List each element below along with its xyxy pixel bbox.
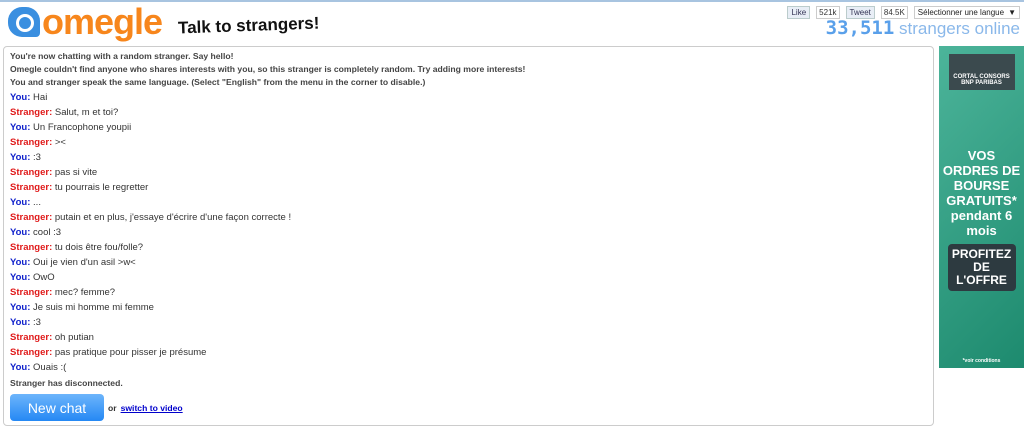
message-sender: You: [10,317,31,328]
message-sender: Stranger: [10,242,53,253]
system-message: Omegle couldn't find anyone who shares i… [10,64,526,74]
chat-message: You: OwO [10,270,927,285]
message-text: pas si vite [54,167,98,178]
tagline: Talk to strangers! [177,13,320,38]
chat-message: You: :3 [10,150,927,165]
online-count: 33,511 strangers online [826,17,1020,39]
message-sender: Stranger: [10,332,53,343]
chat-message: You: cool :3 [10,225,927,240]
chat-message: You: Hai [10,90,927,105]
message-text: Oui je vien d'un asil >w< [33,257,136,268]
facebook-like-button[interactable]: Like [787,6,811,19]
or-label: or [108,402,117,413]
message-text: OwO [33,272,55,283]
chat-message: Stranger: Salut, m et toi? [10,105,927,120]
message-sender: You: [10,152,31,163]
message-sender: You: [10,257,31,268]
switch-to-video-link[interactable]: switch to video [121,403,183,413]
message-sender: You: [10,122,31,133]
message-sender: Stranger: [10,107,53,118]
message-sender: Stranger: [10,167,53,178]
message-text: :3 [33,152,41,163]
chat-message: Stranger: tu dois être fou/folle? [10,240,927,255]
chat-message: Stranger: putain et en plus, j'essaye d'… [10,210,927,225]
chat-message: Stranger: >< [10,135,927,150]
message-text: tu dois être fou/folle? [54,242,144,253]
new-chat-button[interactable]: New chat [10,394,104,421]
chat-message: You: Je suis mi homme mi femme [10,300,927,315]
message-text: mec? femme? [54,287,116,298]
online-number: 33,511 [825,17,895,39]
message-text: Salut, m et toi? [54,107,119,118]
chat-message: You: Ouais :( [10,360,927,375]
ad-offer-button[interactable]: PROFITEZ DE L'OFFRE [947,244,1016,291]
ad-brand: CORTAL CONSORS BNP PARIBAS [948,54,1015,90]
message-text: Ouais :( [33,362,67,373]
ad-conditions: *voir conditions [962,358,1001,364]
message-text: >< [54,137,66,148]
chat-message: You: ... [10,195,927,210]
chat-message: Stranger: pas pratique pour pisser je pr… [10,345,927,360]
message-sender: You: [10,92,31,103]
advertisement[interactable]: CORTAL CONSORS BNP PARIBAS VOS ORDRES DE… [939,46,1024,368]
system-message: You and stranger speak the same language… [10,77,426,87]
chat-log[interactable]: You're now chatting with a random strang… [3,46,934,426]
message-text: Hai [33,92,48,103]
message-sender: Stranger: [10,347,53,358]
chevron-down-icon: ▼ [1008,8,1016,17]
message-sender: You: [10,302,31,313]
message-sender: You: [10,362,31,373]
logo-icon [8,7,40,37]
message-text: Je suis mi homme mi femme [33,302,154,313]
message-sender: Stranger: [10,212,53,223]
disconnected-notice: Stranger has disconnected. [10,378,123,388]
message-sender: Stranger: [10,182,53,193]
chat-message: You: :3 [10,315,927,330]
message-sender: Stranger: [10,287,53,298]
message-sender: You: [10,197,31,208]
omegle-logo[interactable]: omegle [8,1,163,42]
chat-message: Stranger: oh putian [10,330,927,345]
language-label: Sélectionner une langue [917,8,1005,17]
message-text: tu pourrais le regretter [54,182,149,193]
system-message: You're now chatting with a random strang… [10,51,234,61]
message-text: cool :3 [33,227,62,238]
chat-message: You: Un Francophone youpii [10,120,927,135]
message-text: putain et en plus, j'essaye d'écrire d'u… [54,212,292,223]
message-text: Un Francophone youpii [33,122,132,133]
message-text: oh putian [54,332,94,343]
message-text: ... [33,197,41,208]
chat-message: You: Oui je vien d'un asil >w< [10,255,927,270]
message-sender: You: [10,272,31,283]
ad-text: VOS ORDRES DE BOURSE GRATUITS* pendant 6… [942,148,1021,238]
chat-message: Stranger: pas si vite [10,165,927,180]
chat-message: Stranger: mec? femme? [10,285,927,300]
logo-text: omegle [42,1,163,42]
chat-message: Stranger: tu pourrais le regretter [10,180,927,195]
message-sender: Stranger: [10,137,53,148]
message-text: :3 [33,317,41,328]
message-sender: You: [10,227,31,238]
message-text: pas pratique pour pisser je présume [54,347,207,358]
online-label: strangers online [899,19,1020,38]
